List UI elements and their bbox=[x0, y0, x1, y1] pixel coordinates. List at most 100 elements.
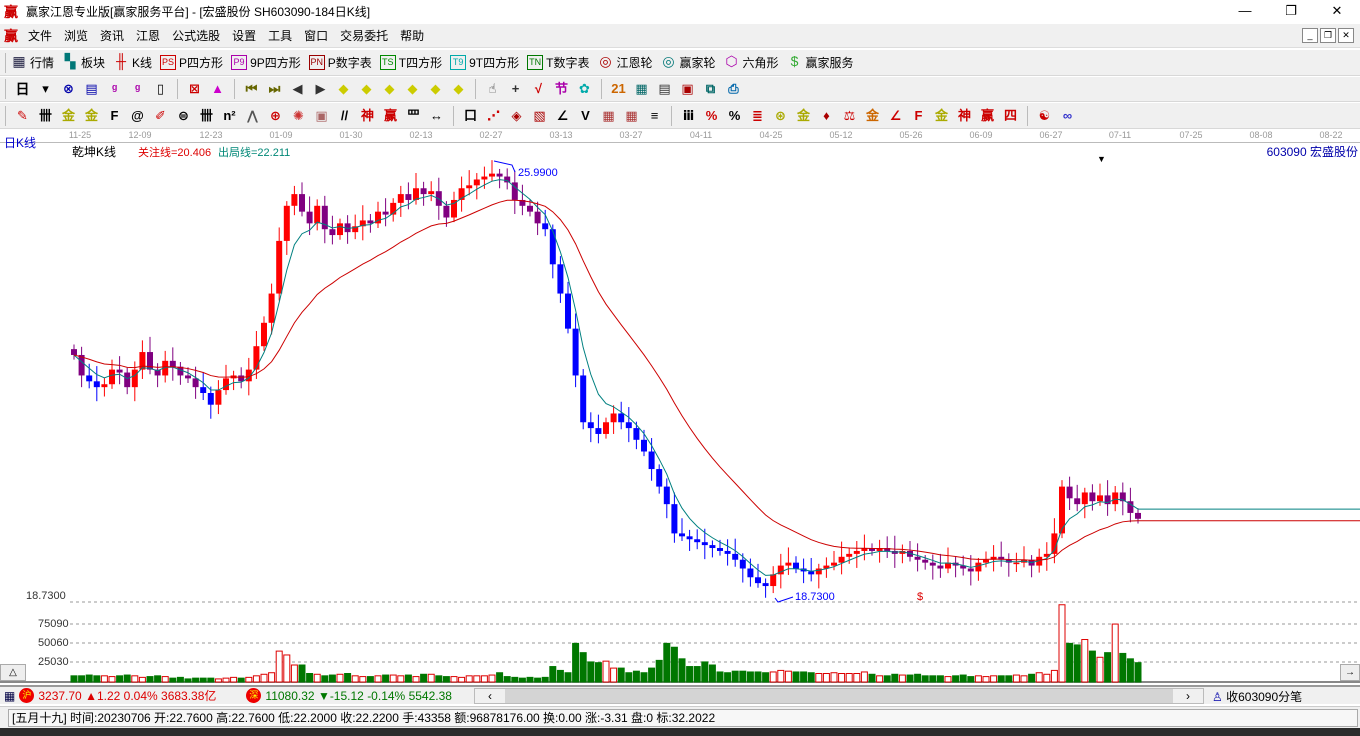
quote-table-icon[interactable]: ▦ bbox=[4, 689, 15, 703]
ruler-icon[interactable]: ⅲ bbox=[680, 107, 698, 125]
percent-icon[interactable]: % bbox=[726, 107, 744, 125]
fan-icon[interactable]: ⋀ bbox=[244, 107, 262, 125]
horizontal-scrollbar[interactable]: ‹ › bbox=[474, 688, 1204, 704]
indicator-icon[interactable]: ⊗ bbox=[60, 80, 78, 98]
scroll-left-button[interactable]: ‹ bbox=[475, 689, 505, 703]
v-icon[interactable]: V bbox=[577, 107, 595, 125]
toolbar-button-blocks[interactable]: ▚ 板块 bbox=[62, 54, 105, 71]
gann-square-icon[interactable]: ▧ bbox=[531, 107, 549, 125]
toolbar-button-pn[interactable]: PN P数字表 bbox=[308, 54, 372, 71]
hash-icon[interactable]: 卌 bbox=[198, 107, 216, 125]
move-right-icon[interactable]: ◆ bbox=[358, 80, 376, 98]
shen-icon[interactable]: 神 bbox=[359, 107, 377, 125]
angle-lines-icon[interactable]: ∠ bbox=[887, 107, 905, 125]
toolbar-button-hexagon[interactable]: ⬡ 六角形 bbox=[724, 54, 778, 71]
list-icon[interactable]: ▤ bbox=[656, 80, 674, 98]
menu-item-3[interactable]: 江恩 bbox=[130, 27, 166, 44]
fan-lines-icon[interactable]: ⋰ bbox=[485, 107, 503, 125]
shrink-v-icon[interactable]: ◆ bbox=[427, 80, 445, 98]
range-icon[interactable]: ↔ bbox=[428, 107, 446, 125]
brush-icon[interactable]: ✐ bbox=[152, 107, 170, 125]
infinity-icon[interactable]: ∞ bbox=[1059, 107, 1077, 125]
pen-icon[interactable]: ✎ bbox=[14, 107, 32, 125]
fa-icon[interactable]: ⚖ bbox=[841, 107, 859, 125]
mesh2-icon[interactable]: ▦ bbox=[623, 107, 641, 125]
gold-circle-icon[interactable]: ⊛ bbox=[772, 107, 790, 125]
zoom-v-icon[interactable]: ◆ bbox=[450, 80, 468, 98]
toolbar-button-ts[interactable]: TS T四方形 bbox=[379, 54, 442, 71]
menu-item-6[interactable]: 工具 bbox=[262, 27, 298, 44]
mesh-icon[interactable]: ▦ bbox=[600, 107, 618, 125]
gold2-icon[interactable]: 金 bbox=[83, 107, 101, 125]
left-icon[interactable]: ◀ bbox=[289, 80, 307, 98]
toolbar-button-p9[interactable]: P9 9P四方形 bbox=[231, 54, 301, 71]
mdi-restore-button[interactable]: ❐ bbox=[1320, 28, 1336, 43]
calendar-icon[interactable]: 21 bbox=[610, 80, 628, 98]
color-icon[interactable]: ▲ bbox=[209, 80, 227, 98]
tick-detail-button[interactable]: ♙ 收603090分笔 bbox=[1212, 688, 1302, 705]
ying-icon[interactable]: 赢 bbox=[382, 107, 400, 125]
mdi-close-button[interactable]: ✕ bbox=[1338, 28, 1354, 43]
menu-item-1[interactable]: 浏览 bbox=[58, 27, 94, 44]
trend-icon[interactable]: √ bbox=[530, 80, 548, 98]
percent-line-icon[interactable]: % bbox=[703, 107, 721, 125]
parallel-icon[interactable]: ≡ bbox=[646, 107, 664, 125]
grid-icon[interactable]: 卌 bbox=[37, 107, 55, 125]
arc-icon[interactable]: ◈ bbox=[508, 107, 526, 125]
menu-item-0[interactable]: 文件 bbox=[22, 27, 58, 44]
taiji-icon[interactable]: ☯ bbox=[1036, 107, 1054, 125]
draw-icon[interactable]: ⊠ bbox=[186, 80, 204, 98]
candle-dropdown-icon[interactable]: ▯ bbox=[152, 80, 170, 98]
last-icon[interactable]: ⏭ bbox=[266, 80, 284, 98]
right-icon[interactable]: ▶ bbox=[312, 80, 330, 98]
menu-item-2[interactable]: 资讯 bbox=[94, 27, 130, 44]
comb-icon[interactable]: 罒 bbox=[405, 107, 423, 125]
print-icon[interactable]: ⎙ bbox=[725, 80, 743, 98]
toolbar-button-t9[interactable]: T9 9T四方形 bbox=[450, 54, 519, 71]
shrink-h-icon[interactable]: ◆ bbox=[404, 80, 422, 98]
gold-angle-icon[interactable]: 金 bbox=[933, 107, 951, 125]
menu-item-7[interactable]: 窗口 bbox=[298, 27, 334, 44]
first-icon[interactable]: ⏮ bbox=[243, 80, 261, 98]
hand-icon[interactable]: ☝ bbox=[484, 80, 502, 98]
toolbar-button-tn[interactable]: TN T数字表 bbox=[527, 54, 589, 71]
menu-item-5[interactable]: 设置 bbox=[226, 27, 262, 44]
close-button[interactable]: ✕ bbox=[1314, 0, 1360, 22]
restore-button[interactable]: ❐ bbox=[1268, 0, 1314, 22]
note-icon[interactable]: ▤ bbox=[83, 80, 101, 98]
toolbar-button-gann-wheel[interactable]: ◎ 江恩轮 bbox=[597, 54, 652, 71]
toolbar-button-table[interactable]: ▦ 行情 bbox=[11, 54, 54, 71]
chart3-icon[interactable]: ᵍ bbox=[106, 80, 124, 98]
zoom-h-icon[interactable]: ◆ bbox=[381, 80, 399, 98]
mdi-minimize-button[interactable]: _ bbox=[1302, 28, 1318, 43]
cycle-icon[interactable]: ✿ bbox=[576, 80, 594, 98]
mark-icon[interactable]: 节 bbox=[553, 80, 571, 98]
menu-item-9[interactable]: 帮助 bbox=[394, 27, 430, 44]
scroll-right-button[interactable]: › bbox=[1173, 689, 1203, 703]
move-left-icon[interactable]: ◆ bbox=[335, 80, 353, 98]
square-grid-icon[interactable]: ▣ bbox=[313, 107, 331, 125]
period-dropdown-icon[interactable]: ▾ bbox=[37, 80, 55, 98]
gold-lines-icon[interactable]: 金 bbox=[795, 107, 813, 125]
menu-item-8[interactable]: 交易委托 bbox=[334, 27, 394, 44]
calculator-icon[interactable]: ▦ bbox=[633, 80, 651, 98]
gold-bar-icon[interactable]: 金 bbox=[864, 107, 882, 125]
crosshair-icon[interactable]: + bbox=[507, 80, 525, 98]
toolbar-button-dollar[interactable]: $ 赢家服务 bbox=[787, 54, 854, 71]
circle-grid-icon[interactable]: ⊜ bbox=[175, 107, 193, 125]
gold1-icon[interactable]: 金 bbox=[60, 107, 78, 125]
menu-logo-icon[interactable]: 赢 bbox=[4, 26, 22, 46]
scroll-right-end-button[interactable]: → bbox=[1340, 664, 1360, 681]
lines-icon[interactable]: // bbox=[336, 107, 354, 125]
rocket-icon[interactable]: ♦ bbox=[818, 107, 836, 125]
radar-icon[interactable]: ✺ bbox=[290, 107, 308, 125]
minimize-button[interactable]: — bbox=[1222, 0, 1268, 22]
menu-item-4[interactable]: 公式选股 bbox=[166, 27, 226, 44]
line-f-icon[interactable]: F bbox=[106, 107, 124, 125]
n2-icon[interactable]: n² bbox=[221, 107, 239, 125]
f-angle-icon[interactable]: F bbox=[910, 107, 928, 125]
four-angle-icon[interactable]: 四 bbox=[1002, 107, 1020, 125]
network-icon[interactable]: ⧉ bbox=[702, 80, 720, 98]
angle-icon[interactable]: ∠ bbox=[554, 107, 572, 125]
ying-angle-icon[interactable]: 赢 bbox=[979, 107, 997, 125]
